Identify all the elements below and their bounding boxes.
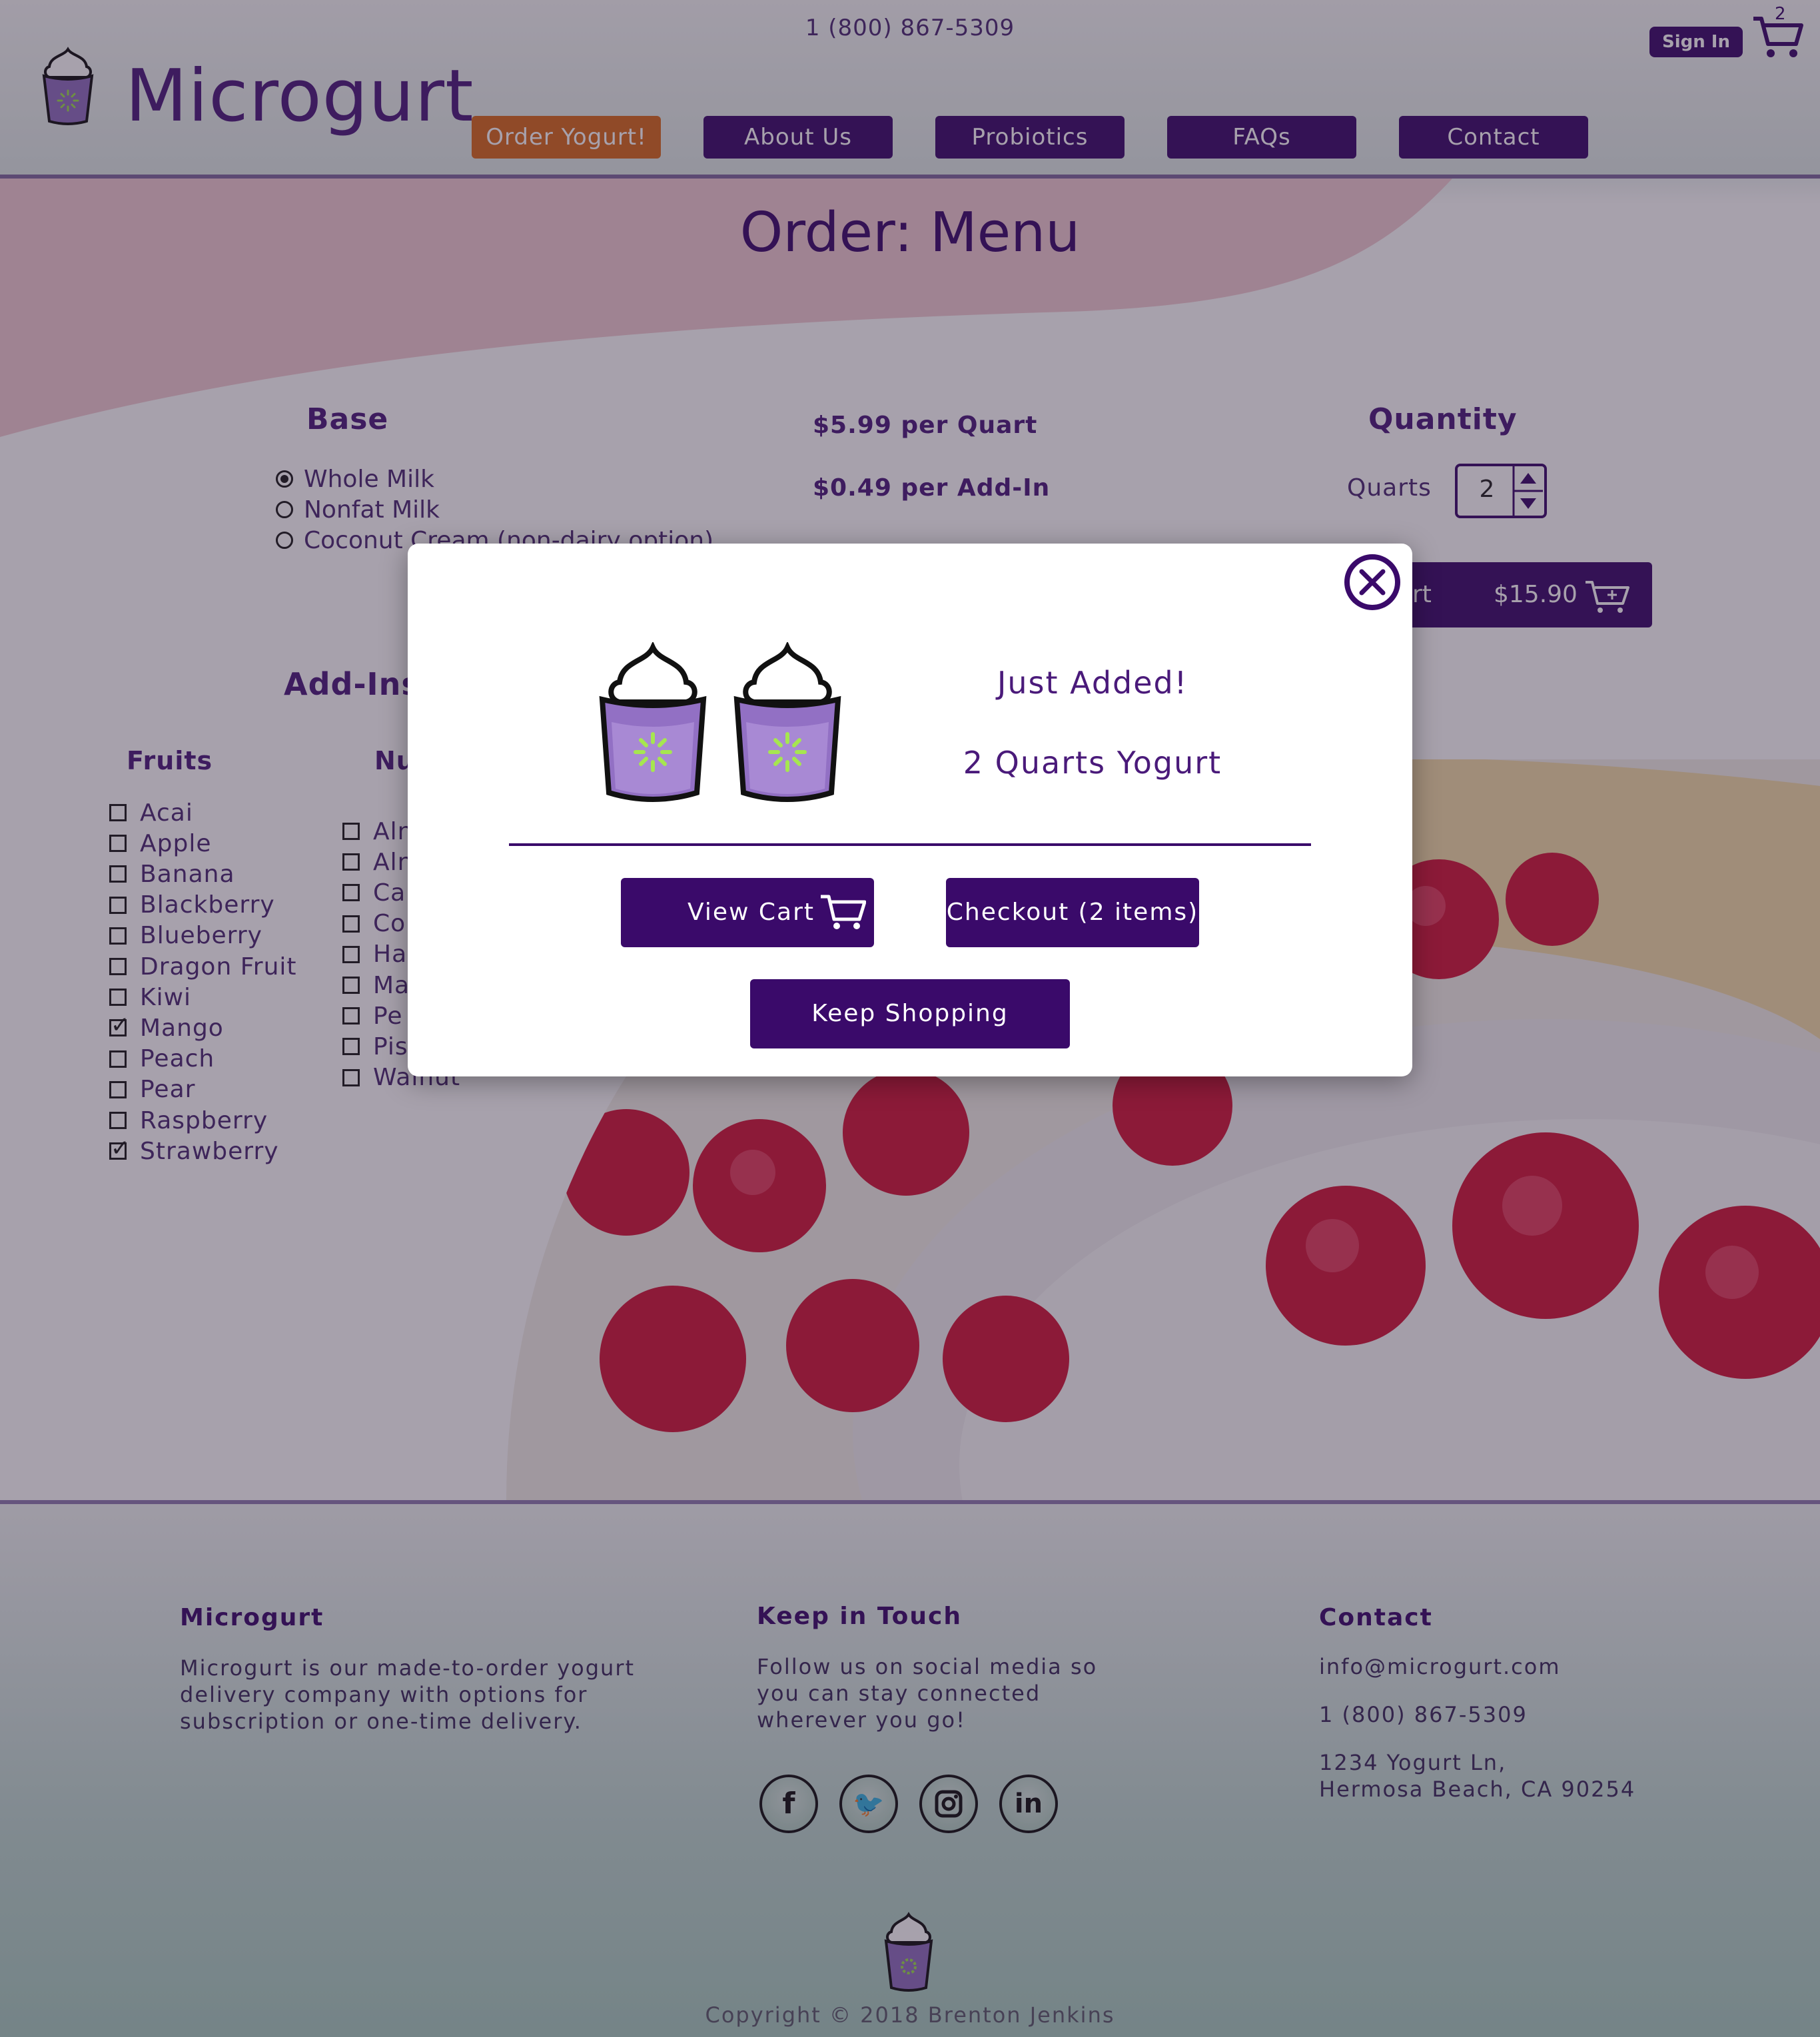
yogurt-quart-icon (599, 642, 707, 802)
added-item-summary: 2 Quarts Yogurt (963, 745, 1222, 781)
order-page: 1 (800) 867-5309 Microgurt Order Yogurt!… (0, 0, 1820, 2037)
yogurt-quart-icon (733, 642, 841, 802)
view-cart-label: View Cart (687, 899, 815, 926)
modal-divider (509, 843, 1311, 846)
close-circle-icon[interactable] (1343, 553, 1402, 611)
cart-icon (821, 895, 866, 929)
checkout-button[interactable]: Checkout (2 items) (946, 878, 1199, 947)
keep-shopping-button[interactable]: Keep Shopping (750, 979, 1070, 1048)
just-added-heading: Just Added! (997, 665, 1188, 701)
